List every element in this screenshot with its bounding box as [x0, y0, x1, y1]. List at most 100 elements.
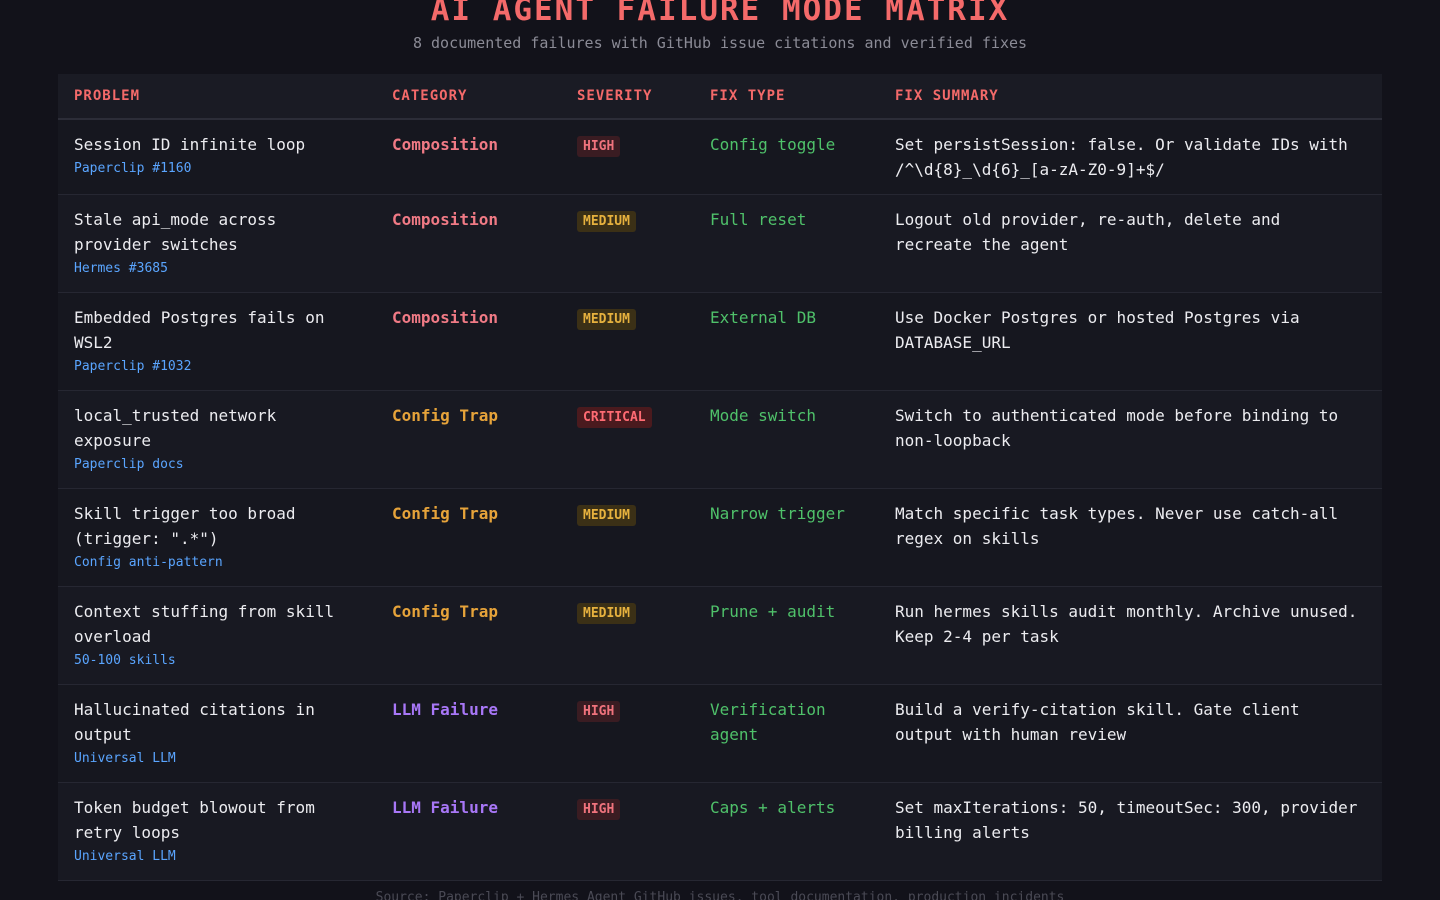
page-subtitle: 8 documented failures with GitHub issue …: [412, 34, 1028, 52]
citation-link[interactable]: Paperclip #1032: [74, 356, 360, 378]
citation-link[interactable]: Config anti-pattern: [74, 552, 360, 574]
severity-badge: MEDIUM: [577, 211, 636, 232]
severity-badge: CRITICAL: [577, 407, 652, 428]
severity-badge: HIGH: [577, 136, 621, 157]
problem-cell: Skill trigger too broad (trigger: ".*") C…: [58, 488, 376, 587]
category-cell: Config Trap: [376, 488, 561, 587]
table-row: Stale api_mode across provider switches H…: [58, 194, 1382, 293]
fix-type-cell: Narrow trigger: [694, 488, 879, 587]
fix-summary-text: Use Docker Postgres or hosted Postgres v…: [895, 308, 1300, 352]
problem-title: Token budget blowout from retry loops: [74, 798, 315, 842]
fix-summary-text: Logout old provider, re-auth, delete and…: [895, 210, 1281, 254]
category-label: Composition: [392, 308, 498, 327]
table-header-row: PROBLEM CATEGORY SEVERITY FIX TYPE FIX S…: [58, 74, 1382, 120]
failure-matrix-table: PROBLEM CATEGORY SEVERITY FIX TYPE FIX S…: [58, 74, 1382, 881]
category-cell: Composition: [376, 119, 561, 195]
fix-summary-text: Match specific task types. Never use cat…: [895, 504, 1339, 548]
problem-title: Skill trigger too broad (trigger: ".*"): [74, 504, 296, 548]
severity-cell: HIGH: [561, 684, 694, 783]
category-label: Config Trap: [392, 602, 498, 621]
problem-title: Stale api_mode across provider switches: [74, 210, 277, 254]
severity-cell: CRITICAL: [561, 390, 694, 489]
problem-cell: Token budget blowout from retry loops Uni…: [58, 782, 376, 881]
fix-type-label: External DB: [710, 308, 816, 327]
header-severity: SEVERITY: [561, 74, 694, 120]
table-row: Embedded Postgres fails on WSL2 Paperclip…: [58, 292, 1382, 391]
fix-type-label: Verification agent: [710, 700, 826, 744]
fix-summary-cell: Run hermes skills audit monthly. Archive…: [879, 586, 1382, 685]
citation-link[interactable]: Universal LLM: [74, 846, 360, 868]
severity-badge: MEDIUM: [577, 505, 636, 526]
fix-type-cell: Config toggle: [694, 119, 879, 195]
fix-summary-text: Switch to authenticated mode before bind…: [895, 406, 1339, 450]
fix-summary-text: Set maxIterations: 50, timeoutSec: 300, …: [895, 798, 1358, 842]
table-body: Session ID infinite loop Paperclip #1160 C…: [58, 119, 1382, 881]
page-title: AI AGENT FAILURE MODE MATRIX: [430, 0, 1010, 28]
category-label: LLM Failure: [392, 700, 498, 719]
table-row: Skill trigger too broad (trigger: ".*") C…: [58, 488, 1382, 587]
category-cell: Config Trap: [376, 390, 561, 489]
table-row: Token budget blowout from retry loops Uni…: [58, 782, 1382, 881]
severity-cell: MEDIUM: [561, 292, 694, 391]
fix-type-label: Prune + audit: [710, 602, 836, 621]
fix-summary-cell: Match specific task types. Never use cat…: [879, 488, 1382, 587]
problem-cell: local_trusted network exposure Paperclip …: [58, 390, 376, 489]
citation-link[interactable]: Universal LLM: [74, 748, 360, 770]
severity-cell: HIGH: [561, 119, 694, 195]
table-row: Hallucinated citations in output Universa…: [58, 684, 1382, 783]
category-label: Composition: [392, 210, 498, 229]
fix-type-label: Full reset: [710, 210, 807, 229]
fix-type-cell: Mode switch: [694, 390, 879, 489]
problem-cell: Stale api_mode across provider switches H…: [58, 194, 376, 293]
header-fix-type: FIX TYPE: [694, 74, 879, 120]
problem-cell: Embedded Postgres fails on WSL2 Paperclip…: [58, 292, 376, 391]
page: AI AGENT FAILURE MODE MATRIX 8 documente…: [0, 0, 1440, 900]
category-cell: LLM Failure: [376, 782, 561, 881]
fix-summary-cell: Logout old provider, re-auth, delete and…: [879, 194, 1382, 293]
fix-type-label: Narrow trigger: [710, 504, 845, 523]
header-problem: PROBLEM: [58, 74, 376, 120]
problem-cell: Hallucinated citations in output Universa…: [58, 684, 376, 783]
problem-title: Context stuffing from skill overload: [74, 602, 335, 646]
severity-badge: HIGH: [577, 799, 621, 820]
category-cell: Config Trap: [376, 586, 561, 685]
severity-cell: MEDIUM: [561, 586, 694, 685]
severity-badge: MEDIUM: [577, 309, 636, 330]
category-cell: Composition: [376, 194, 561, 293]
severity-badge: HIGH: [577, 701, 621, 722]
citation-link[interactable]: 50-100 skills: [74, 650, 360, 672]
problem-title: Embedded Postgres fails on WSL2: [74, 308, 325, 352]
source-footer: Source: Paperclip + Hermes Agent GitHub …: [375, 890, 1065, 900]
table-row: Session ID infinite loop Paperclip #1160 C…: [58, 119, 1382, 195]
citation-link[interactable]: Hermes #3685: [74, 258, 360, 280]
table-row: local_trusted network exposure Paperclip …: [58, 390, 1382, 489]
header-fix-summary: FIX SUMMARY: [879, 74, 1382, 120]
category-label: Config Trap: [392, 504, 498, 523]
category-cell: LLM Failure: [376, 684, 561, 783]
citation-link[interactable]: Paperclip docs: [74, 454, 360, 476]
header-category: CATEGORY: [376, 74, 561, 120]
fix-type-cell: Full reset: [694, 194, 879, 293]
fix-summary-cell: Set maxIterations: 50, timeoutSec: 300, …: [879, 782, 1382, 881]
problem-cell: Session ID infinite loop Paperclip #1160: [58, 119, 376, 195]
severity-cell: MEDIUM: [561, 194, 694, 293]
category-label: Composition: [392, 135, 498, 154]
category-label: LLM Failure: [392, 798, 498, 817]
category-label: Config Trap: [392, 406, 498, 425]
problem-title: local_trusted network exposure: [74, 406, 277, 450]
fix-summary-text: Set persistSession: false. Or validate I…: [895, 135, 1348, 179]
fix-type-cell: Prune + audit: [694, 586, 879, 685]
fix-summary-cell: Set persistSession: false. Or validate I…: [879, 119, 1382, 195]
fix-summary-text: Build a verify-citation skill. Gate clie…: [895, 700, 1300, 744]
fix-type-cell: Verification agent: [694, 684, 879, 783]
problem-title: Session ID infinite loop: [74, 135, 306, 154]
fix-summary-cell: Switch to authenticated mode before bind…: [879, 390, 1382, 489]
citation-link[interactable]: Paperclip #1160: [74, 158, 360, 180]
severity-cell: MEDIUM: [561, 488, 694, 587]
table-row: Context stuffing from skill overload 50-1…: [58, 586, 1382, 685]
fix-summary-text: Run hermes skills audit monthly. Archive…: [895, 602, 1358, 646]
severity-badge: MEDIUM: [577, 603, 636, 624]
problem-cell: Context stuffing from skill overload 50-1…: [58, 586, 376, 685]
fix-summary-cell: Use Docker Postgres or hosted Postgres v…: [879, 292, 1382, 391]
fix-type-cell: External DB: [694, 292, 879, 391]
